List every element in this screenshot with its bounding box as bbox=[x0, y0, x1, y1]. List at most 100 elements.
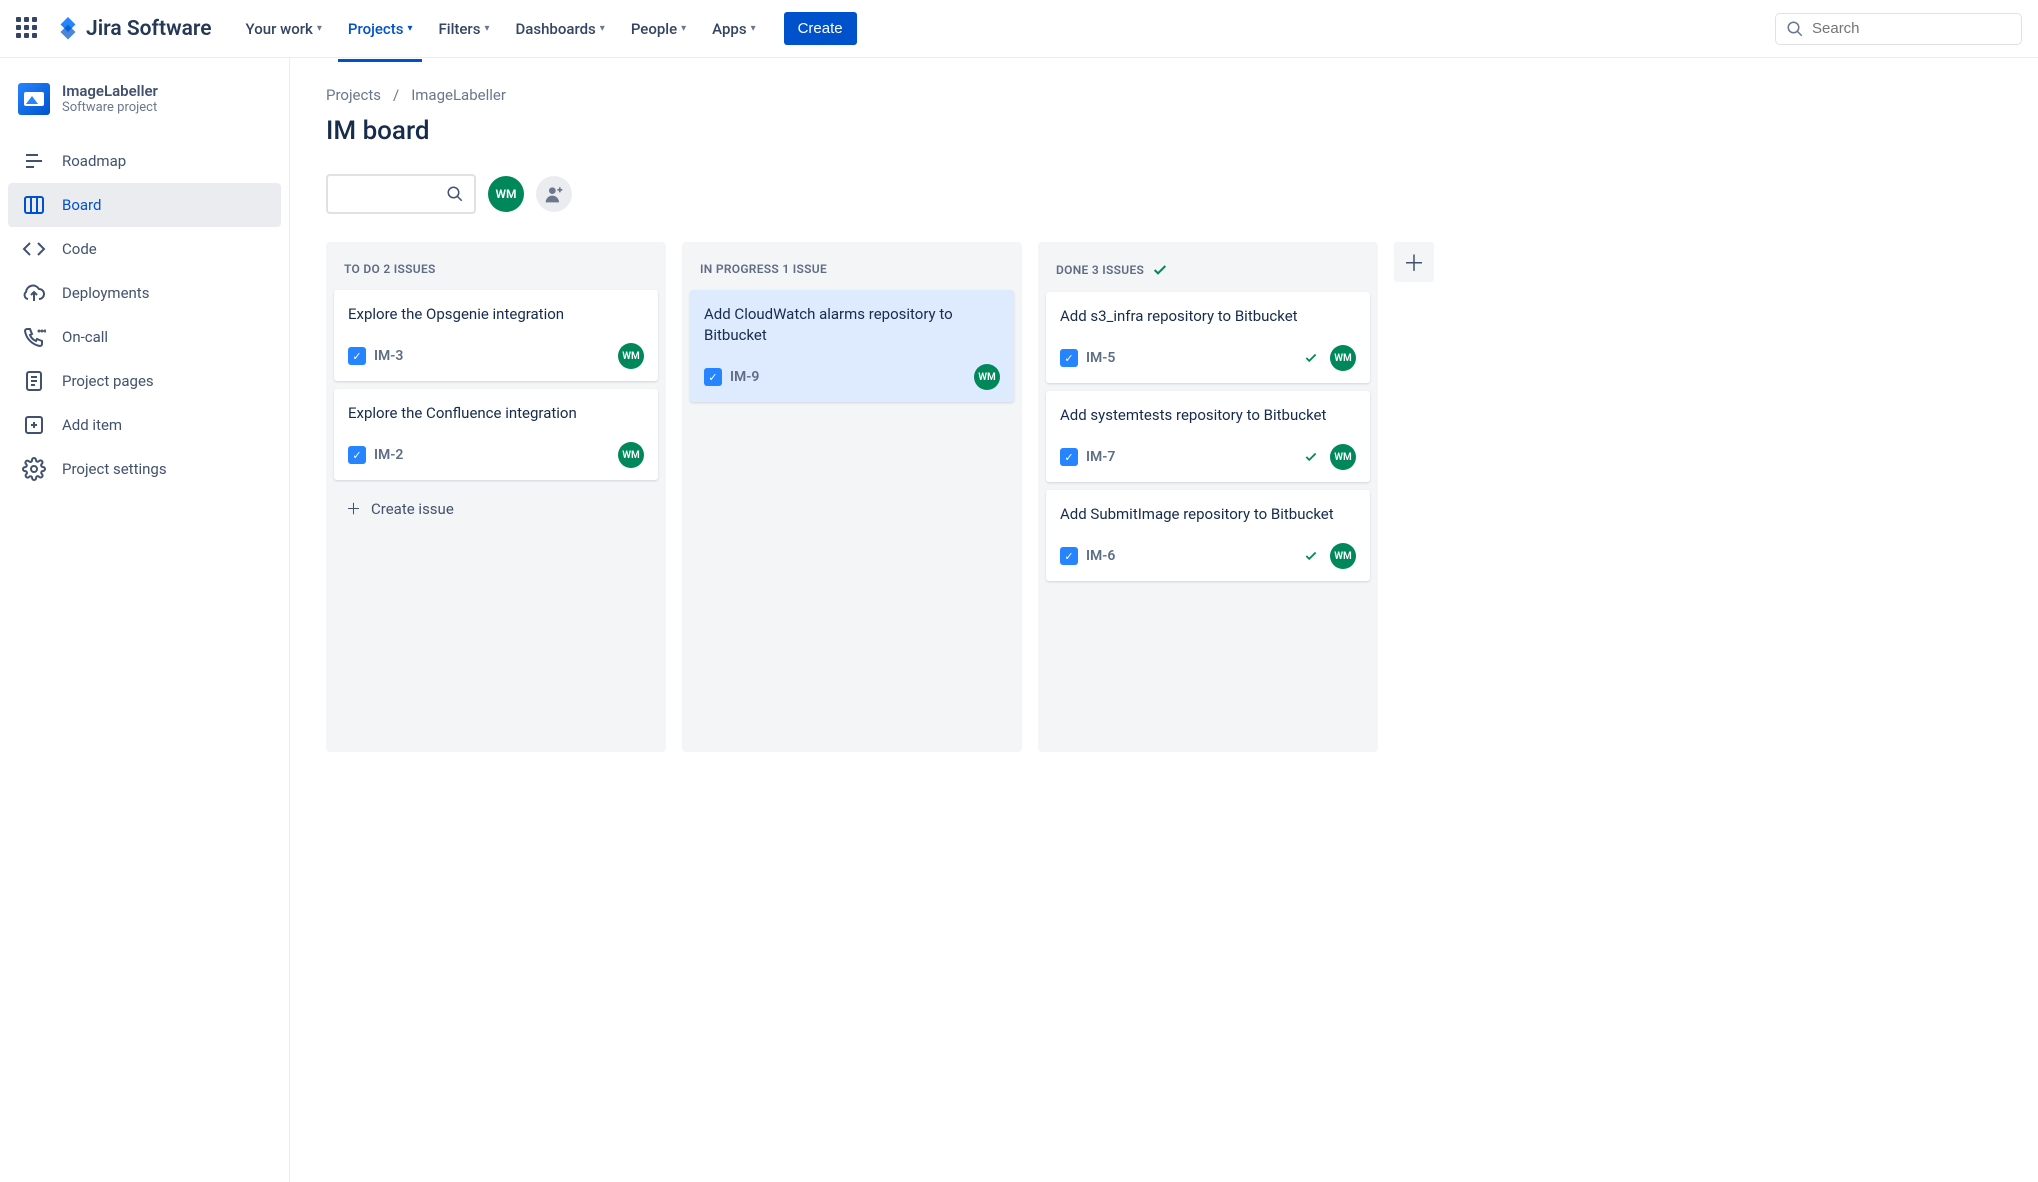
breadcrumb-root[interactable]: Projects bbox=[326, 86, 381, 104]
column-title: TO DO 2 ISSUES bbox=[344, 262, 436, 276]
sidebar-item-label: Deployments bbox=[62, 284, 149, 302]
sidebar-item-code[interactable]: Code bbox=[8, 227, 281, 271]
column-in-progress: IN PROGRESS 1 ISSUE Add CloudWatch alarm… bbox=[682, 242, 1022, 752]
logo-text: Jira Software bbox=[86, 17, 212, 41]
card-title: Add s3_infra repository to Bitbucket bbox=[1060, 306, 1356, 327]
jira-logo-icon bbox=[56, 17, 80, 41]
assignee-avatar[interactable]: WM bbox=[1330, 543, 1356, 569]
card-footer: ✓ IM-9 WM bbox=[704, 364, 1000, 390]
project-icon bbox=[18, 83, 50, 115]
issue-key: IM-6 bbox=[1086, 548, 1115, 564]
assignee-avatar[interactable]: WM bbox=[618, 442, 644, 468]
top-navigation: Jira Software Your work▾ Projects▾ Filte… bbox=[0, 0, 2038, 58]
sidebar-item-project-pages[interactable]: Project pages bbox=[8, 359, 281, 403]
nav-filters[interactable]: Filters▾ bbox=[428, 14, 499, 44]
task-icon: ✓ bbox=[348, 347, 366, 365]
board-search-input[interactable] bbox=[338, 187, 446, 202]
issue-card[interactable]: Add SubmitImage repository to Bitbucket … bbox=[1046, 490, 1370, 581]
column-header[interactable]: TO DO 2 ISSUES bbox=[334, 254, 658, 290]
sidebar-item-deployments[interactable]: Deployments bbox=[8, 271, 281, 315]
issue-card[interactable]: Explore the Confluence integration ✓ IM-… bbox=[334, 389, 658, 480]
breadcrumb: Projects / ImageLabeller bbox=[326, 86, 2002, 104]
card-title: Explore the Opsgenie integration bbox=[348, 304, 644, 325]
sidebar-item-label: Project settings bbox=[62, 460, 167, 478]
nav-label: Your work bbox=[246, 20, 313, 38]
column-header[interactable]: DONE 3 ISSUES bbox=[1046, 254, 1370, 292]
issue-key: IM-2 bbox=[374, 447, 403, 463]
phone-icon bbox=[22, 325, 46, 349]
issue-card[interactable]: Explore the Opsgenie integration ✓ IM-3 … bbox=[334, 290, 658, 381]
issue-key: IM-5 bbox=[1086, 350, 1115, 366]
assignee-avatar[interactable]: WM bbox=[1330, 345, 1356, 371]
plus-icon: ＋ bbox=[1403, 246, 1425, 278]
nav-label: Projects bbox=[348, 20, 404, 38]
search-icon bbox=[1786, 20, 1804, 38]
done-check-icon bbox=[1304, 549, 1318, 563]
page-title: IM board bbox=[326, 116, 2002, 146]
page-icon bbox=[22, 369, 46, 393]
main-content: Projects / ImageLabeller IM board WM TO … bbox=[290, 58, 2038, 1182]
global-search[interactable] bbox=[1775, 13, 2022, 45]
user-avatar[interactable]: WM bbox=[488, 176, 524, 212]
issue-card[interactable]: Add s3_infra repository to Bitbucket ✓ I… bbox=[1046, 292, 1370, 383]
create-issue-label: Create issue bbox=[371, 500, 454, 518]
gear-icon bbox=[22, 457, 46, 481]
search-icon bbox=[446, 185, 464, 203]
app-switcher-icon[interactable] bbox=[16, 17, 40, 41]
board-icon bbox=[22, 193, 46, 217]
board-search[interactable] bbox=[326, 174, 476, 214]
assignee-avatar[interactable]: WM bbox=[974, 364, 1000, 390]
sidebar-item-on-call[interactable]: On-call bbox=[8, 315, 281, 359]
card-footer: ✓ IM-5 WM bbox=[1060, 345, 1356, 371]
jira-logo[interactable]: Jira Software bbox=[56, 17, 212, 41]
cloud-upload-icon bbox=[22, 281, 46, 305]
roadmap-icon bbox=[22, 149, 46, 173]
create-button[interactable]: Create bbox=[784, 12, 857, 45]
nav-label: People bbox=[631, 20, 677, 38]
nav-dashboards[interactable]: Dashboards▾ bbox=[505, 14, 614, 44]
nav-apps[interactable]: Apps ▾ bbox=[702, 14, 765, 44]
chevron-down-icon: ▾ bbox=[407, 23, 412, 34]
nav-projects[interactable]: Projects▾ bbox=[338, 14, 423, 44]
card-footer: ✓ IM-2 WM bbox=[348, 442, 644, 468]
column-to-do: TO DO 2 ISSUES Explore the Opsgenie inte… bbox=[326, 242, 666, 752]
project-type: Software project bbox=[62, 100, 158, 115]
issue-card[interactable]: Add systemtests repository to Bitbucket … bbox=[1046, 391, 1370, 482]
code-icon bbox=[22, 237, 46, 261]
chevron-down-icon: ▾ bbox=[681, 23, 686, 34]
add-people-button[interactable] bbox=[536, 176, 572, 212]
done-check-icon bbox=[1304, 351, 1318, 365]
sidebar-item-label: On-call bbox=[62, 328, 108, 346]
sidebar-item-label: Code bbox=[62, 240, 97, 258]
add-person-icon bbox=[544, 184, 564, 204]
issue-key: IM-7 bbox=[1086, 449, 1115, 465]
kanban-board: TO DO 2 ISSUES Explore the Opsgenie inte… bbox=[326, 242, 2002, 752]
assignee-avatar[interactable]: WM bbox=[1330, 444, 1356, 470]
check-icon bbox=[1152, 262, 1168, 278]
chevron-down-icon: ▾ bbox=[751, 23, 756, 34]
sidebar-item-add-item[interactable]: Add item bbox=[8, 403, 281, 447]
breadcrumb-separator: / bbox=[393, 86, 399, 104]
assignee-avatar[interactable]: WM bbox=[618, 343, 644, 369]
create-issue-button[interactable]: ＋ Create issue bbox=[334, 488, 658, 529]
issue-card[interactable]: Add CloudWatch alarms repository to Bitb… bbox=[690, 290, 1014, 402]
nav-items: Your work▾ Projects▾ Filters▾ Dashboards… bbox=[236, 12, 857, 45]
search-input[interactable] bbox=[1812, 20, 2011, 37]
nav-people[interactable]: People ▾ bbox=[621, 14, 696, 44]
card-footer: ✓ IM-3 WM bbox=[348, 343, 644, 369]
task-icon: ✓ bbox=[1060, 448, 1078, 466]
column-title: IN PROGRESS 1 ISSUE bbox=[700, 262, 827, 276]
nav-label: Apps bbox=[712, 20, 746, 38]
sidebar: ImageLabeller Software project Roadmap B… bbox=[0, 58, 290, 1182]
sidebar-item-project-settings[interactable]: Project settings bbox=[8, 447, 281, 491]
sidebar-item-roadmap[interactable]: Roadmap bbox=[8, 139, 281, 183]
issue-key: IM-9 bbox=[730, 369, 759, 385]
card-title: Add SubmitImage repository to Bitbucket bbox=[1060, 504, 1356, 525]
add-column-button[interactable]: ＋ bbox=[1394, 242, 1434, 282]
nav-your-work[interactable]: Your work▾ bbox=[236, 14, 332, 44]
column-title: DONE 3 ISSUES bbox=[1056, 263, 1144, 277]
column-header[interactable]: IN PROGRESS 1 ISSUE bbox=[690, 254, 1014, 290]
breadcrumb-current[interactable]: ImageLabeller bbox=[411, 86, 506, 104]
sidebar-item-board[interactable]: Board bbox=[8, 183, 281, 227]
project-header: ImageLabeller Software project bbox=[8, 82, 281, 139]
